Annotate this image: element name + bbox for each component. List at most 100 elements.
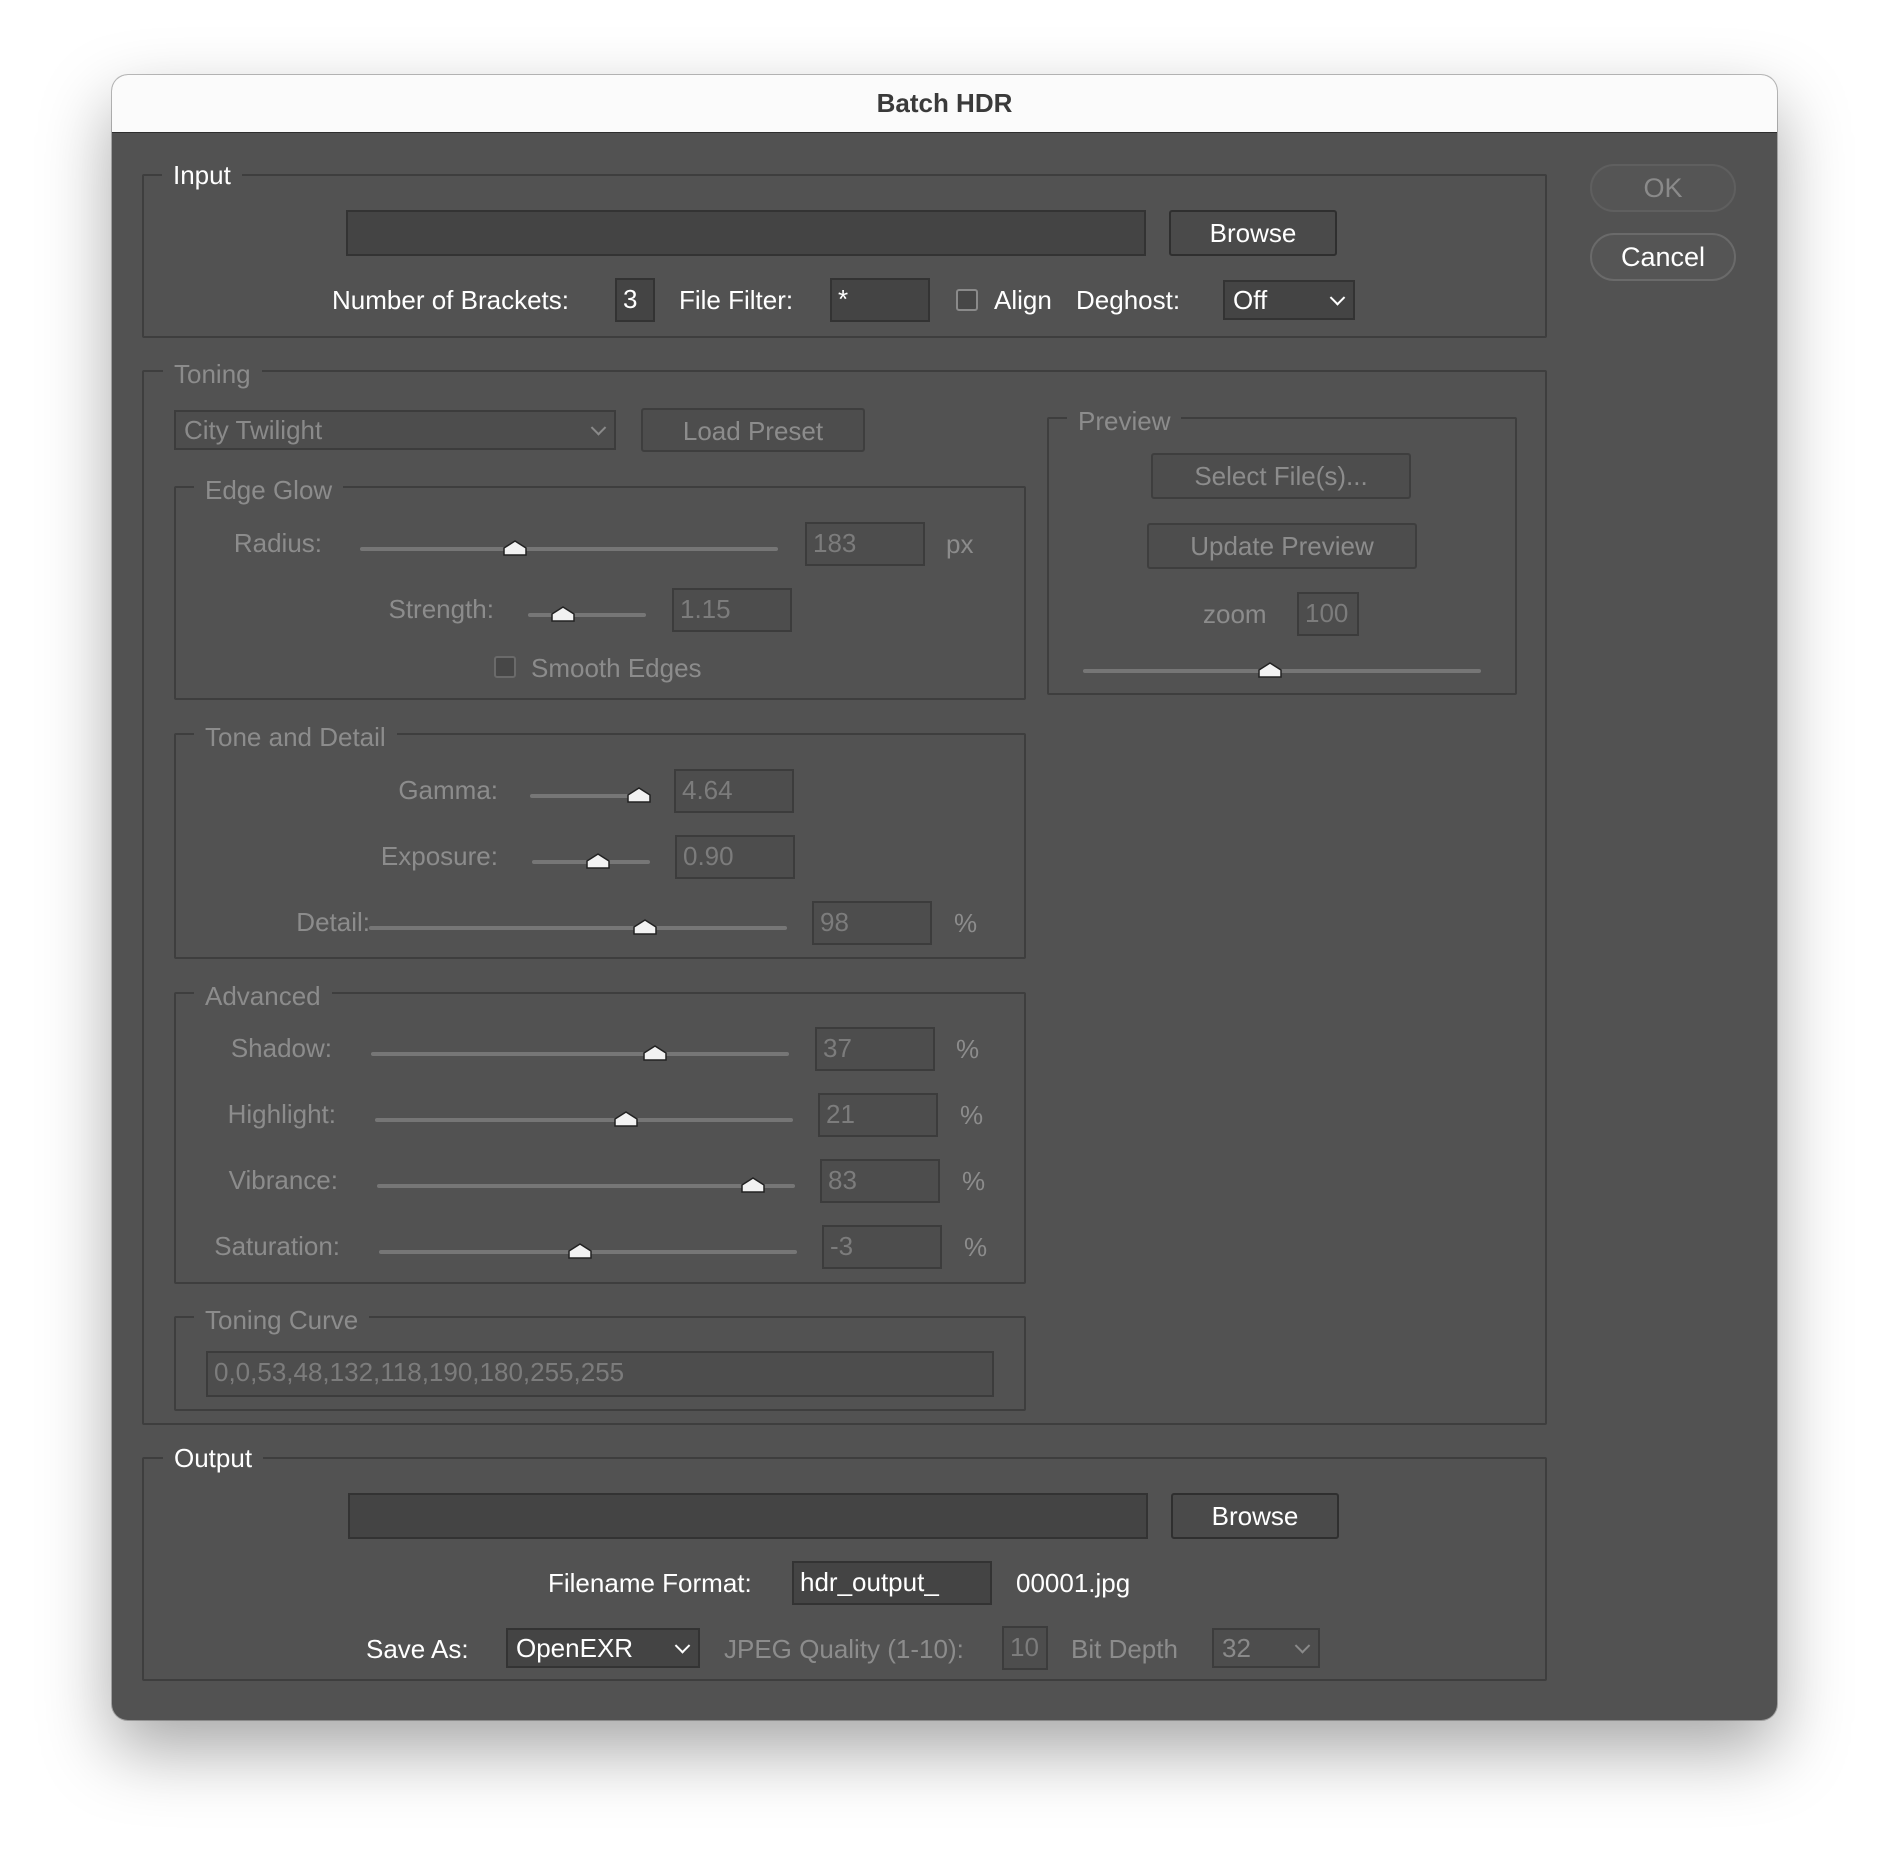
load-preset-button[interactable]: Load Preset [641,408,865,452]
shadow-unit: % [956,1034,980,1064]
save-as-label: Save As: [366,1634,469,1664]
batch-hdr-dialog: Batch HDR OK Cancel Input Browse Number … [112,75,1777,1720]
radius-label: Radius: [233,528,322,558]
chevron-down-icon [1329,290,1346,306]
slider-track [369,926,787,930]
file-filter-label: File Filter: [679,285,794,315]
detail-slider[interactable] [369,906,787,936]
jpeg-quality-label: JPEG Quality (1-10): [724,1634,964,1664]
slider-thumb[interactable] [586,853,610,869]
smooth-edges-checkbox[interactable] [494,656,516,678]
align-checkbox[interactable] [956,289,978,311]
window-title: Batch HDR [112,75,1777,133]
slider-thumb[interactable] [1258,662,1282,678]
exposure-label: Exposure: [380,841,498,871]
detail-value[interactable]: 98 [812,901,932,945]
shadow-label: Shadow: [230,1033,332,1063]
highlight-label: Highlight: [227,1099,336,1129]
chevron-down-icon [674,1638,691,1654]
filename-format-input[interactable]: hdr_output_ [792,1561,992,1605]
vibrance-label: Vibrance: [228,1165,338,1195]
chevron-down-icon [590,420,607,436]
saturation-slider[interactable] [379,1230,797,1260]
detail-label: Detail: [296,907,370,937]
preset-select-value: City Twilight [184,415,323,445]
tone-detail-legend: Tone and Detail [194,722,397,752]
slider-thumb[interactable] [614,1111,638,1127]
select-files-button[interactable]: Select File(s)... [1151,453,1411,499]
toning-curve-input[interactable]: 0,0,53,48,132,118,190,180,255,255 [206,1351,994,1397]
slider-thumb[interactable] [633,919,657,935]
shadow-slider[interactable] [371,1032,789,1062]
slider-track [377,1184,795,1188]
highlight-unit: % [960,1100,984,1130]
jpeg-quality-input[interactable]: 10 [1002,1626,1048,1670]
update-preview-button[interactable]: Update Preview [1147,523,1417,569]
brackets-input[interactable]: 3 [615,278,655,322]
strength-value[interactable]: 1.15 [672,588,792,632]
slider-thumb[interactable] [741,1177,765,1193]
smooth-edges-label: Smooth Edges [531,653,702,683]
slider-thumb[interactable] [567,1243,592,1259]
slider-track [360,547,778,551]
gamma-slider[interactable] [530,774,651,804]
input-browse-button[interactable]: Browse [1169,210,1337,256]
strength-slider[interactable] [528,593,646,623]
align-label: Align [994,285,1052,315]
save-as-select-value: OpenEXR [516,1633,634,1663]
gamma-value[interactable]: 4.64 [674,769,794,813]
toning-legend: Toning [163,359,262,389]
brackets-label: Number of Brackets: [332,285,569,315]
file-filter-input[interactable]: * [830,278,930,322]
bit-depth-select-value: 32 [1222,1633,1251,1663]
highlight-value[interactable]: 21 [818,1093,938,1137]
highlight-slider[interactable] [375,1098,793,1128]
input-path-field[interactable] [346,210,1146,256]
filename-suffix: 00001.jpg [1016,1568,1131,1598]
vibrance-unit: % [962,1166,986,1196]
output-legend: Output [163,1443,264,1473]
slider-track [528,613,646,617]
strength-label: Strength: [388,594,494,624]
edge-glow-legend: Edge Glow [194,475,344,505]
saturation-unit: % [964,1232,988,1262]
exposure-slider[interactable] [532,840,650,870]
save-as-select[interactable]: OpenEXR [506,1628,700,1668]
gamma-label: Gamma: [398,775,498,805]
input-legend: Input [162,160,242,190]
saturation-value[interactable]: -3 [822,1225,942,1269]
slider-thumb[interactable] [626,787,651,803]
vibrance-slider[interactable] [377,1164,795,1194]
exposure-value[interactable]: 0.90 [675,835,795,879]
radius-value[interactable]: 183 [805,522,925,566]
deghost-select[interactable]: Off [1223,280,1355,320]
bit-depth-select[interactable]: 32 [1212,1628,1320,1668]
deghost-label: Deghost: [1076,285,1181,315]
radius-unit: px [946,529,974,559]
zoom-slider[interactable] [1083,649,1481,679]
slider-thumb[interactable] [502,540,527,556]
preset-select[interactable]: City Twilight [174,410,616,450]
ok-button[interactable]: OK [1590,164,1736,212]
output-browse-button[interactable]: Browse [1171,1493,1339,1539]
zoom-value[interactable]: 100 [1297,592,1359,636]
output-path-field[interactable] [348,1493,1148,1539]
toning-curve-legend: Toning Curve [194,1305,370,1335]
slider-thumb[interactable] [643,1045,667,1061]
slider-track [371,1052,789,1056]
slider-track [375,1118,793,1122]
filename-format-label: Filename Format: [548,1568,752,1598]
cancel-button[interactable]: Cancel [1590,233,1736,281]
saturation-label: Saturation: [214,1231,340,1261]
vibrance-value[interactable]: 83 [820,1159,940,1203]
detail-unit: % [954,908,978,938]
radius-slider[interactable] [360,527,778,557]
deghost-select-value: Off [1233,285,1268,315]
shadow-value[interactable]: 37 [815,1027,935,1071]
chevron-down-icon [1294,1638,1311,1654]
bit-depth-label: Bit Depth [1071,1634,1178,1664]
preview-legend: Preview [1067,406,1182,436]
zoom-label: zoom [1203,599,1267,629]
advanced-legend: Advanced [194,981,332,1011]
slider-thumb[interactable] [551,606,576,622]
